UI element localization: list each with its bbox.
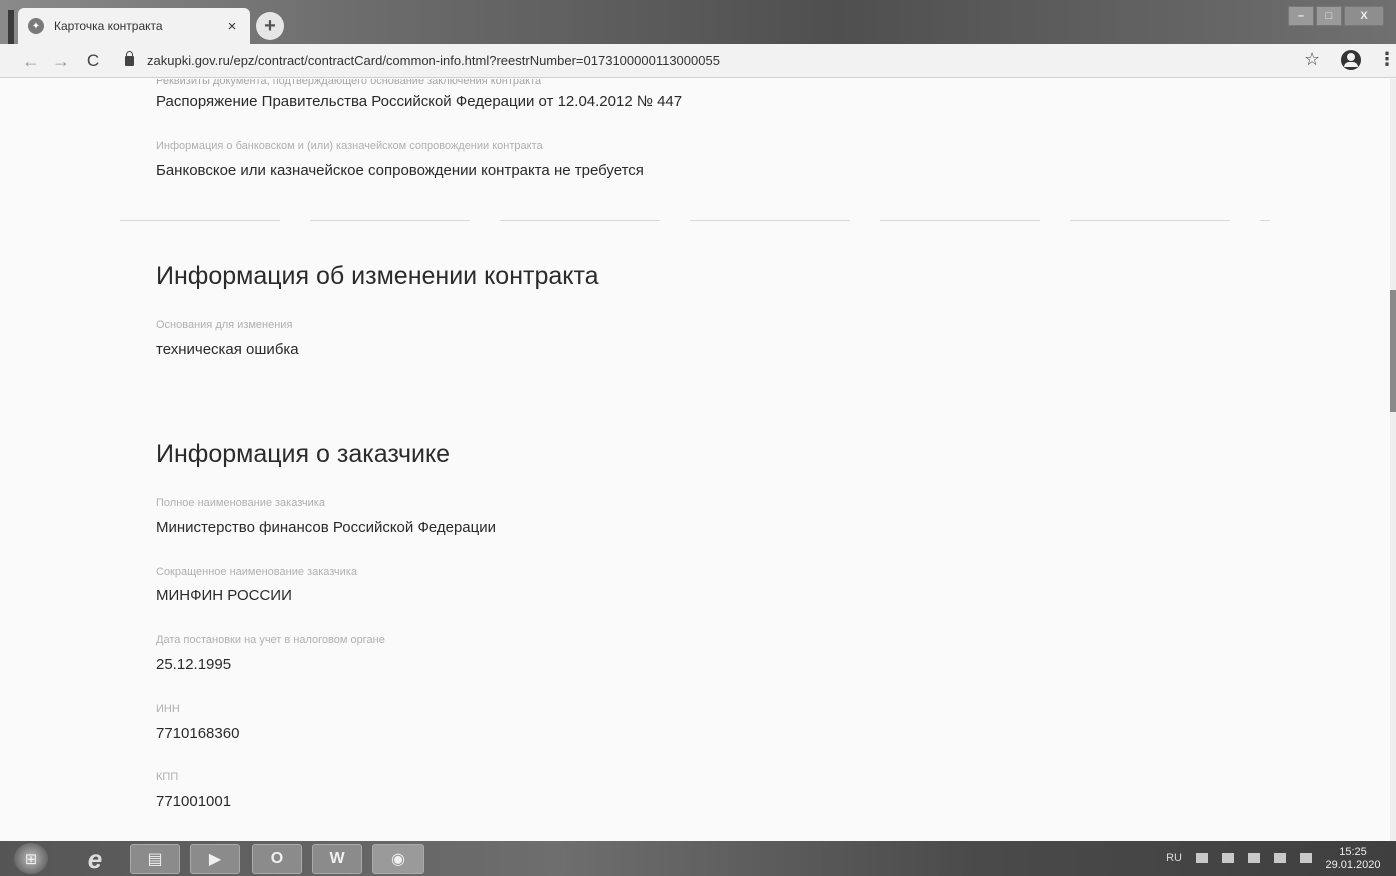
forward-arrow-icon[interactable]: →: [50, 50, 72, 72]
scrollbar-thumb[interactable]: [1390, 290, 1396, 412]
battery-icon[interactable]: [1248, 853, 1260, 863]
outlook-icon[interactable]: O: [252, 844, 302, 874]
address-bar-url[interactable]: zakupki.gov.ru/epz/contract/contractCard…: [147, 53, 720, 68]
volume-icon[interactable]: [1300, 853, 1312, 863]
tax-registration-date-value: 25.12.1995: [156, 656, 232, 673]
page-scrollbar[interactable]: [1390, 79, 1396, 841]
customer-short-name-value: МИНФИН РОССИИ: [156, 587, 292, 604]
start-button[interactable]: ⊞: [14, 843, 48, 874]
browser-tab-strip: ✦ Карточка контракта × + – □ X: [0, 0, 1396, 44]
chrome-icon[interactable]: ◉: [372, 844, 424, 874]
customer-full-name-label: Полное наименование заказчика: [156, 497, 325, 509]
bank-support-label: Информация о банковском и (или) казначей…: [156, 140, 543, 152]
kpp-label: КПП: [156, 771, 179, 783]
system-tray: RU: [1166, 852, 1312, 864]
flag-icon[interactable]: [1196, 853, 1208, 863]
reload-icon[interactable]: C: [82, 50, 104, 72]
minimize-button[interactable]: –: [1288, 6, 1314, 26]
file-explorer-icon[interactable]: ▤: [130, 844, 180, 874]
browser-toolbar: ← → C zakupki.gov.ru/epz/contract/contra…: [0, 44, 1396, 78]
media-player-icon[interactable]: ▶: [190, 844, 240, 874]
tab-title: Карточка контракта: [54, 19, 163, 33]
language-indicator[interactable]: RU: [1166, 852, 1182, 864]
customer-info-title: Информация о заказчике: [156, 440, 451, 468]
clock-date: 29.01.2020: [1325, 859, 1381, 871]
page-content: Реквизиты документа, подтверждающего осн…: [0, 79, 1390, 841]
new-tab-button[interactable]: +: [256, 12, 284, 40]
inn-value: 7710168360: [156, 725, 240, 742]
internet-explorer-icon[interactable]: e: [70, 844, 120, 874]
tab-close-icon[interactable]: ×: [224, 18, 240, 35]
change-reason-label: Основания для изменения: [156, 319, 293, 331]
kpp-value: 771001001: [156, 793, 232, 810]
customer-full-name-value: Министерство финансов Российской Федерац…: [156, 519, 496, 536]
bookmark-star-icon[interactable]: ☆: [1304, 49, 1320, 70]
contract-change-title: Информация об изменении контракта: [156, 262, 599, 290]
browser-menu-icon[interactable]: ⋮: [1378, 49, 1396, 70]
display-icon[interactable]: [1274, 853, 1286, 863]
inn-label: ИНН: [156, 703, 180, 715]
os-taskbar: ⊞ e ▤ ▶ O W ◉ RU 15:25 29.01.2020: [0, 841, 1396, 876]
change-reason-value: техническая ошибка: [156, 341, 299, 358]
window-controls: – □ X: [1288, 6, 1384, 28]
lock-icon[interactable]: [125, 51, 134, 66]
doc-basis-label: Реквизиты документа, подтверждающего осн…: [156, 79, 542, 87]
emblem-favicon-icon: ✦: [28, 18, 44, 34]
tax-registration-date-label: Дата постановки на учет в налоговом орга…: [156, 634, 385, 646]
tab-contract-card[interactable]: ✦ Карточка контракта ×: [18, 8, 250, 44]
tab-strip-edge: [8, 10, 14, 44]
back-arrow-icon[interactable]: ←: [20, 50, 42, 72]
section-divider: [120, 220, 1270, 221]
system-clock[interactable]: 15:25 29.01.2020: [1324, 846, 1382, 872]
doc-basis-value: Распоряжение Правительства Российской Фе…: [156, 93, 683, 110]
bank-support-value: Банковское или казначейское сопровождени…: [156, 162, 644, 179]
word-icon[interactable]: W: [312, 844, 362, 874]
clock-time: 15:25: [1339, 846, 1367, 858]
profile-avatar-icon[interactable]: [1341, 50, 1361, 70]
customer-short-name-label: Сокращенное наименование заказчика: [156, 566, 357, 578]
network-icon[interactable]: [1222, 853, 1234, 863]
close-window-button[interactable]: X: [1344, 6, 1384, 26]
maximize-button[interactable]: □: [1316, 6, 1342, 26]
